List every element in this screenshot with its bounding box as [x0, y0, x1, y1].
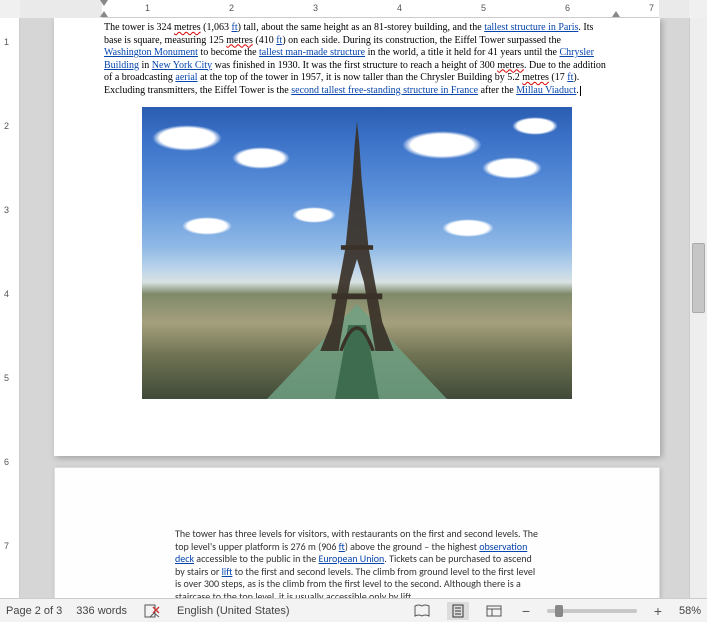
inserted-image-eiffel[interactable] — [142, 107, 572, 399]
view-read-mode-icon[interactable] — [411, 602, 433, 620]
status-bar: Page 2 of 3 336 words English (United St… — [0, 598, 707, 622]
link-tallest-manmade[interactable]: tallest man-made structure — [259, 47, 365, 58]
link-millau-viaduct[interactable]: Millau Viaduct — [516, 85, 576, 96]
document-page-1[interactable]: The tower is 324 metres (1,063 ft) tall,… — [54, 18, 660, 456]
eiffel-tower-graphic — [292, 121, 422, 351]
page-body[interactable]: The tower has three levels for visitors,… — [175, 528, 539, 598]
view-print-layout-icon[interactable] — [447, 602, 469, 620]
zoom-slider[interactable] — [547, 609, 637, 613]
status-zoom-level[interactable]: 58% — [679, 605, 701, 617]
status-page[interactable]: Page 2 of 3 — [6, 605, 62, 617]
link-tallest-paris[interactable]: tallest structure in Paris — [484, 22, 578, 33]
proofing-icon[interactable] — [141, 602, 163, 620]
page-body[interactable]: The tower is 324 metres (1,063 ft) tall,… — [54, 18, 660, 409]
link-european-union[interactable]: European Union — [319, 552, 385, 565]
text-cursor — [580, 86, 581, 96]
document-page-2[interactable]: The tower has three levels for visitors,… — [54, 467, 660, 598]
link-washington-monument[interactable]: Washington Monument — [104, 47, 198, 58]
zoom-slider-thumb[interactable] — [555, 605, 563, 617]
status-language[interactable]: English (United States) — [177, 605, 290, 617]
spellcheck-word[interactable]: metres — [174, 22, 201, 33]
link-lift[interactable]: lift — [222, 565, 233, 578]
horizontal-ruler[interactable] — [20, 0, 689, 18]
spellcheck-word[interactable]: metres — [226, 35, 253, 46]
link-nyc[interactable]: New York City — [152, 60, 212, 71]
zoom-out-button[interactable]: − — [519, 603, 533, 619]
paragraph-visitors-levels[interactable]: The tower has three levels for visitors,… — [175, 528, 539, 598]
paragraph-tower-height[interactable]: The tower is 324 metres (1,063 ft) tall,… — [104, 22, 610, 97]
vertical-scrollbar[interactable] — [689, 18, 707, 598]
status-word-count[interactable]: 336 words — [76, 605, 127, 617]
scrollbar-thumb[interactable] — [692, 243, 705, 313]
zoom-in-button[interactable]: + — [651, 603, 665, 619]
link-second-tallest-france[interactable]: second tallest free-standing structure i… — [291, 85, 478, 96]
vertical-ruler[interactable] — [0, 18, 20, 598]
document-canvas[interactable]: The tower is 324 metres (1,063 ft) tall,… — [20, 18, 689, 598]
spellcheck-word[interactable]: metres — [497, 60, 524, 71]
link-aerial[interactable]: aerial — [175, 72, 197, 83]
spellcheck-word[interactable]: metres — [522, 72, 549, 83]
view-web-layout-icon[interactable] — [483, 602, 505, 620]
